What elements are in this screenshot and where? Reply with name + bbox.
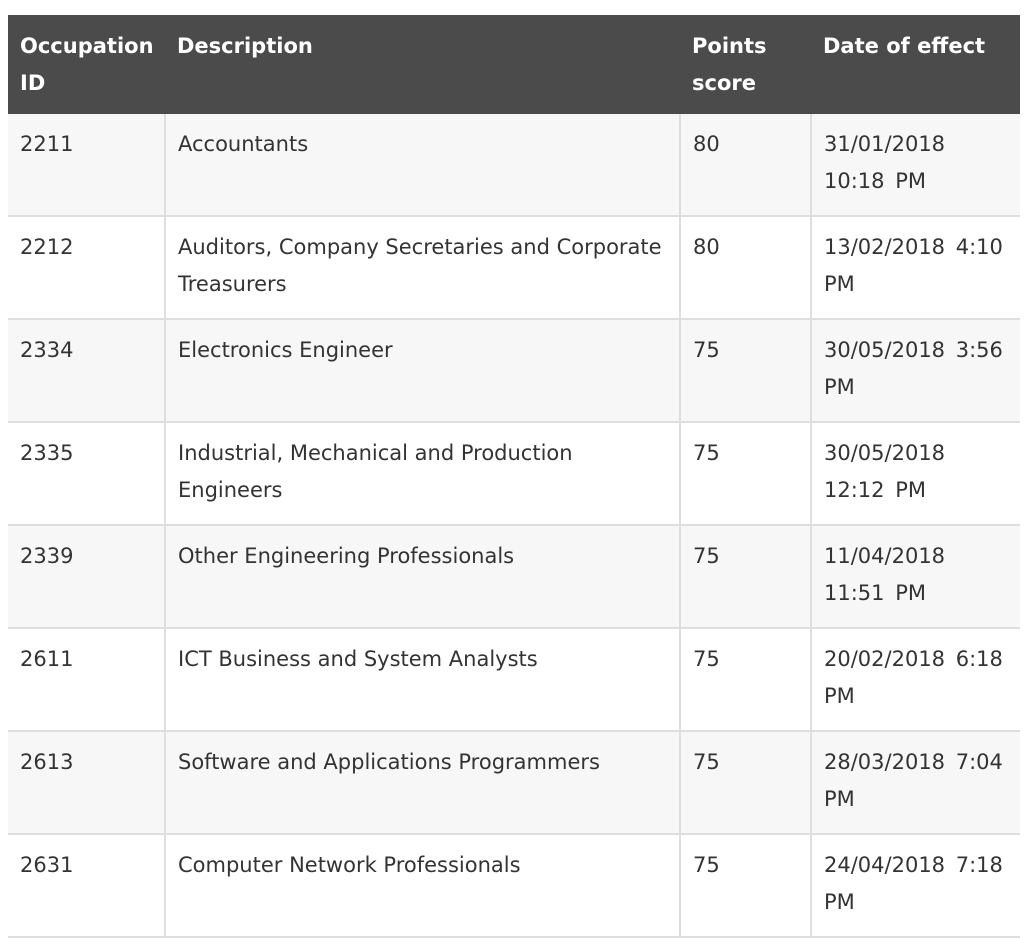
table-header: Occupation ID Description Points score D… <box>8 15 1020 114</box>
cell-occupation-id: 2212 <box>8 216 165 320</box>
cell-occupation-id: 2339 <box>8 525 165 629</box>
cell-description: Computer Network Professionals <box>164 834 680 938</box>
header-row: Occupation ID Description Points score D… <box>8 15 1020 114</box>
table-body: 2211 Accountants 80 31/01/2018 10:18 PM … <box>8 114 1020 938</box>
table-row: 2334 Electronics Engineer 75 30/05/2018 … <box>8 319 1020 423</box>
table-row: 2613 Software and Applications Programme… <box>8 731 1020 835</box>
cell-occupation-id: 2211 <box>8 114 165 217</box>
header-points-score: Points score <box>680 15 811 114</box>
cell-occupation-id: 2613 <box>8 731 165 835</box>
table-row: 2211 Accountants 80 31/01/2018 10:18 PM <box>8 114 1020 217</box>
cell-description: Electronics Engineer <box>164 319 680 423</box>
cell-points-score: 80 <box>679 216 811 320</box>
table-row: 2212 Auditors, Company Secretaries and C… <box>8 216 1020 320</box>
cell-date-of-effect: 31/01/2018 10:18 PM <box>810 114 1020 217</box>
cell-date-of-effect: 28/03/2018 7:04 PM <box>810 731 1020 835</box>
cell-description: ICT Business and System Analysts <box>164 628 680 732</box>
header-description: Description <box>165 15 680 114</box>
cell-date-of-effect: 13/02/2018 4:10 PM <box>810 216 1020 320</box>
cell-points-score: 75 <box>679 422 811 526</box>
occupation-points-table: Occupation ID Description Points score D… <box>8 15 1020 938</box>
cell-date-of-effect: 30/05/2018 12:12 PM <box>810 422 1020 526</box>
cell-occupation-id: 2334 <box>8 319 165 423</box>
cell-description: Software and Applications Programmers <box>164 731 680 835</box>
cell-occupation-id: 2631 <box>8 834 165 938</box>
cell-description: Other Engineering Professionals <box>164 525 680 629</box>
cell-occupation-id: 2611 <box>8 628 165 732</box>
header-date-of-effect: Date of effect <box>811 15 1020 114</box>
occupation-table-container: Occupation ID Description Points score D… <box>8 15 1020 938</box>
cell-occupation-id: 2335 <box>8 422 165 526</box>
table-row: 2631 Computer Network Professionals 75 2… <box>8 834 1020 938</box>
cell-description: Accountants <box>164 114 680 217</box>
cell-description: Auditors, Company Secretaries and Corpor… <box>164 216 680 320</box>
table-row: 2335 Industrial, Mechanical and Producti… <box>8 422 1020 526</box>
cell-points-score: 75 <box>679 731 811 835</box>
cell-date-of-effect: 11/04/2018 11:51 PM <box>810 525 1020 629</box>
cell-points-score: 75 <box>679 525 811 629</box>
table-row: 2611 ICT Business and System Analysts 75… <box>8 628 1020 732</box>
cell-date-of-effect: 24/04/2018 7:18 PM <box>810 834 1020 938</box>
header-occupation-id: Occupation ID <box>8 15 165 114</box>
cell-points-score: 80 <box>679 114 811 217</box>
table-row: 2339 Other Engineering Professionals 75 … <box>8 525 1020 629</box>
cell-date-of-effect: 30/05/2018 3:56 PM <box>810 319 1020 423</box>
cell-description: Industrial, Mechanical and Production En… <box>164 422 680 526</box>
cell-points-score: 75 <box>679 628 811 732</box>
cell-points-score: 75 <box>679 319 811 423</box>
cell-points-score: 75 <box>679 834 811 938</box>
cell-date-of-effect: 20/02/2018 6:18 PM <box>810 628 1020 732</box>
